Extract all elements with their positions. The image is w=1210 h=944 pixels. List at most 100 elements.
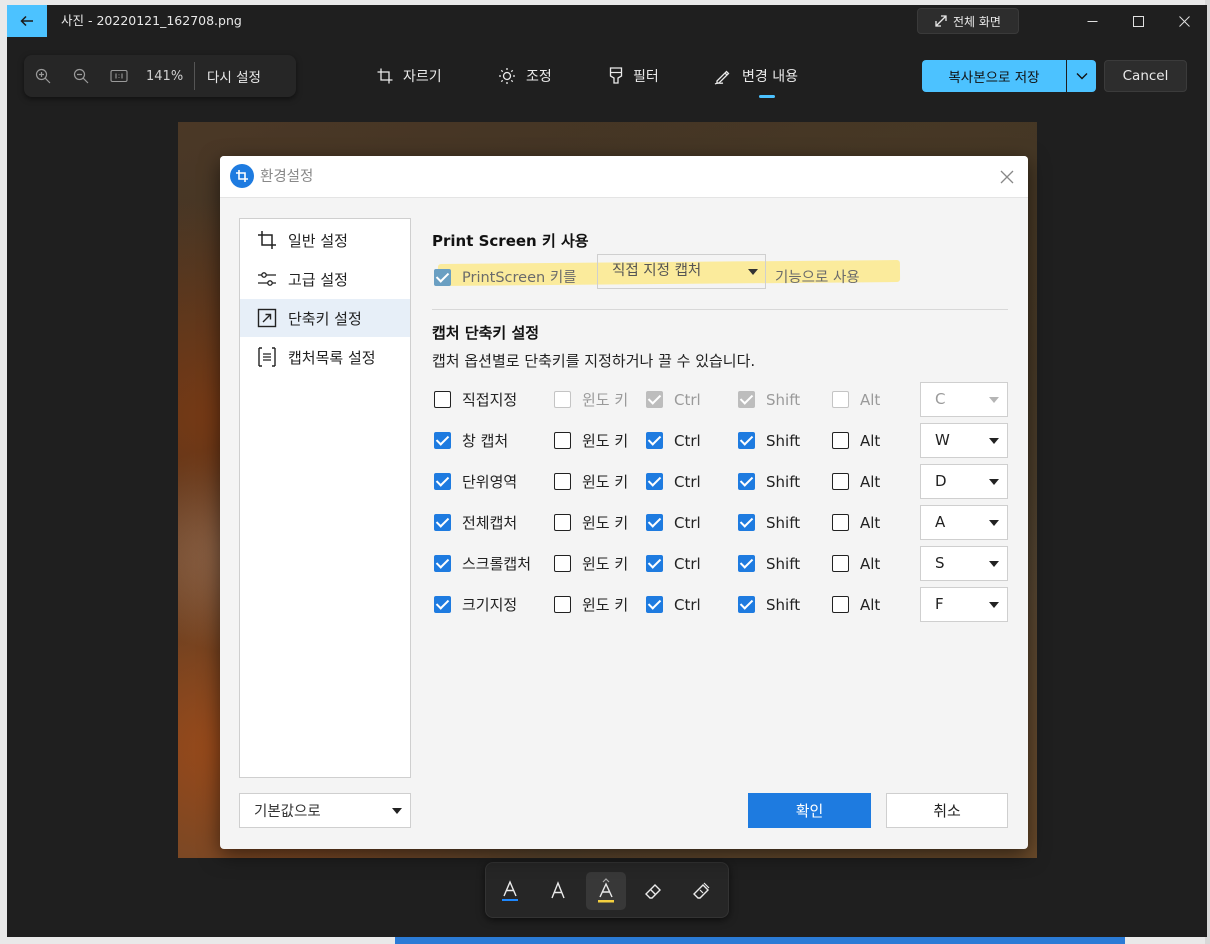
shortcut-key-select[interactable]: S [920,546,1008,581]
fullscreen-button[interactable]: 전체 화면 [917,8,1019,34]
shortcut-key-value: W [935,431,950,449]
shortcut-key-select[interactable]: D [920,464,1008,499]
shortcut-enable-checkbox[interactable] [434,514,451,531]
sidebar-item-label: 고급 설정 [288,270,348,289]
reset-button[interactable]: 다시 설정 [207,66,261,86]
eraser-icon [645,884,661,899]
sidebar-item-shortcuts[interactable]: 단축키 설정 [240,299,410,337]
dialog-title: 환경설정 [260,169,314,185]
tool-filter[interactable]: 필터 [609,63,659,89]
modifier-ctrl-checkbox[interactable] [646,596,663,613]
modifier-alt-checkbox[interactable] [832,555,849,572]
printscreen-checkbox[interactable] [434,269,451,286]
pencil-button[interactable] [538,872,578,910]
modifier-ctrl-label: Ctrl [674,391,701,409]
shortcut-enable-checkbox[interactable] [434,473,451,490]
modifier-win-checkbox[interactable] [554,514,571,531]
modifier-alt-checkbox[interactable] [832,596,849,613]
highlighter-icon [598,878,614,903]
shortcut-key-value: C [935,390,946,408]
section-divider [432,309,1008,310]
modifier-ctrl-label: Ctrl [674,555,701,573]
tool-markup[interactable]: 변경 내용 [714,63,798,89]
clear-all-button[interactable] [682,872,722,910]
back-button[interactable] [7,5,47,37]
dropdown-caret-icon [989,602,999,608]
shortcut-enable-checkbox[interactable] [434,391,451,408]
minimize-button[interactable] [1069,5,1115,37]
modifier-shift-checkbox[interactable] [738,514,755,531]
shortcut-name: 크기지정 [462,596,518,614]
shortcut-settings-panel: Print Screen 키 사용 PrintScreen 키를 직접 지정 캡… [432,218,1012,778]
eraser-button[interactable] [634,872,674,910]
save-options-button[interactable] [1067,60,1096,92]
modifier-alt-label: Alt [860,555,881,573]
dialog-cancel-button[interactable]: 취소 [886,793,1008,828]
modifier-shift-label: Shift [766,432,801,450]
sidebar-item-label: 캡처목록 설정 [288,348,376,367]
modifier-shift-checkbox[interactable] [738,473,755,490]
crop-icon [256,229,278,251]
tool-adjust-label: 조정 [526,69,552,85]
modifier-win-checkbox[interactable] [554,555,571,572]
modifier-alt-checkbox[interactable] [832,432,849,449]
modifier-ctrl-checkbox[interactable] [646,514,663,531]
modifier-shift-checkbox[interactable] [738,432,755,449]
dropdown-caret-icon [989,397,999,403]
printscreen-suffix-label: 기능으로 사용 [775,270,860,286]
zoom-in-button[interactable] [24,68,62,84]
shortcut-key-select[interactable]: F [920,587,1008,622]
modifier-ctrl-checkbox[interactable] [646,432,663,449]
modifier-alt-label: Alt [860,473,881,491]
sidebar-item-capture-list[interactable]: 캡처목록 설정 [240,338,410,376]
printscreen-function-value: 직접 지정 캡처 [612,263,702,279]
modifier-ctrl-label: Ctrl [674,514,701,532]
tool-crop[interactable]: 자르기 [377,63,442,89]
shortcut-key-select[interactable]: W [920,423,1008,458]
tool-adjust[interactable]: 조정 [498,63,552,89]
modifier-shift-checkbox[interactable] [738,555,755,572]
modifier-win-label: 윈도 키 [582,514,629,532]
shortcuts-description: 캡처 옵션별로 단축키를 지정하거나 끌 수 있습니다. [432,352,756,370]
modifier-alt-checkbox[interactable] [832,514,849,531]
ok-button[interactable]: 확인 [748,793,871,828]
ballpoint-pen-button[interactable] [490,872,530,910]
sidebar-item-label: 일반 설정 [288,231,348,250]
zoom-out-button[interactable] [62,68,100,84]
highlighter-button[interactable] [586,872,626,910]
modifier-alt-checkbox[interactable] [832,473,849,490]
ballpoint-pen-icon [502,880,518,901]
shortcut-enable-checkbox[interactable] [434,596,451,613]
modifier-ctrl-checkbox[interactable] [646,555,663,572]
modifier-win-checkbox[interactable] [554,473,571,490]
modifier-win-checkbox [554,391,571,408]
modifier-win-checkbox[interactable] [554,432,571,449]
modifier-shift-label: Shift [766,391,801,409]
modifier-shift-checkbox[interactable] [738,596,755,613]
actual-size-icon [110,69,128,83]
shortcut-enable-checkbox[interactable] [434,432,451,449]
shortcut-key-value: S [935,554,945,572]
shortcut-key-select[interactable]: A [920,505,1008,540]
modifier-alt-label: Alt [860,514,881,532]
sidebar-item-general[interactable]: 일반 설정 [240,221,410,259]
actual-size-button[interactable] [100,69,138,83]
printscreen-function-select[interactable]: 직접 지정 캡처 [597,254,766,289]
title-bar: 사진 - 20220121_162708.png 전체 화면 [7,5,1207,37]
close-button[interactable] [1161,5,1207,37]
printscreen-prefix-label: PrintScreen 키를 [462,270,577,286]
modifier-shift-label: Shift [766,473,801,491]
restore-defaults-select[interactable]: 기본값으로 [239,793,411,828]
back-arrow-icon [20,15,33,27]
expand-icon [935,15,947,27]
cancel-edit-button[interactable]: Cancel [1104,60,1187,92]
maximize-button[interactable] [1115,5,1161,37]
app-logo-icon [230,164,254,188]
modifier-ctrl-checkbox[interactable] [646,473,663,490]
sidebar-item-advanced[interactable]: 고급 설정 [240,260,410,298]
shortcut-enable-checkbox[interactable] [434,555,451,572]
shortcut-key-value: D [935,472,947,490]
dialog-close-button[interactable] [996,166,1018,188]
modifier-win-checkbox[interactable] [554,596,571,613]
save-copy-button[interactable]: 복사본으로 저장 [922,60,1066,92]
